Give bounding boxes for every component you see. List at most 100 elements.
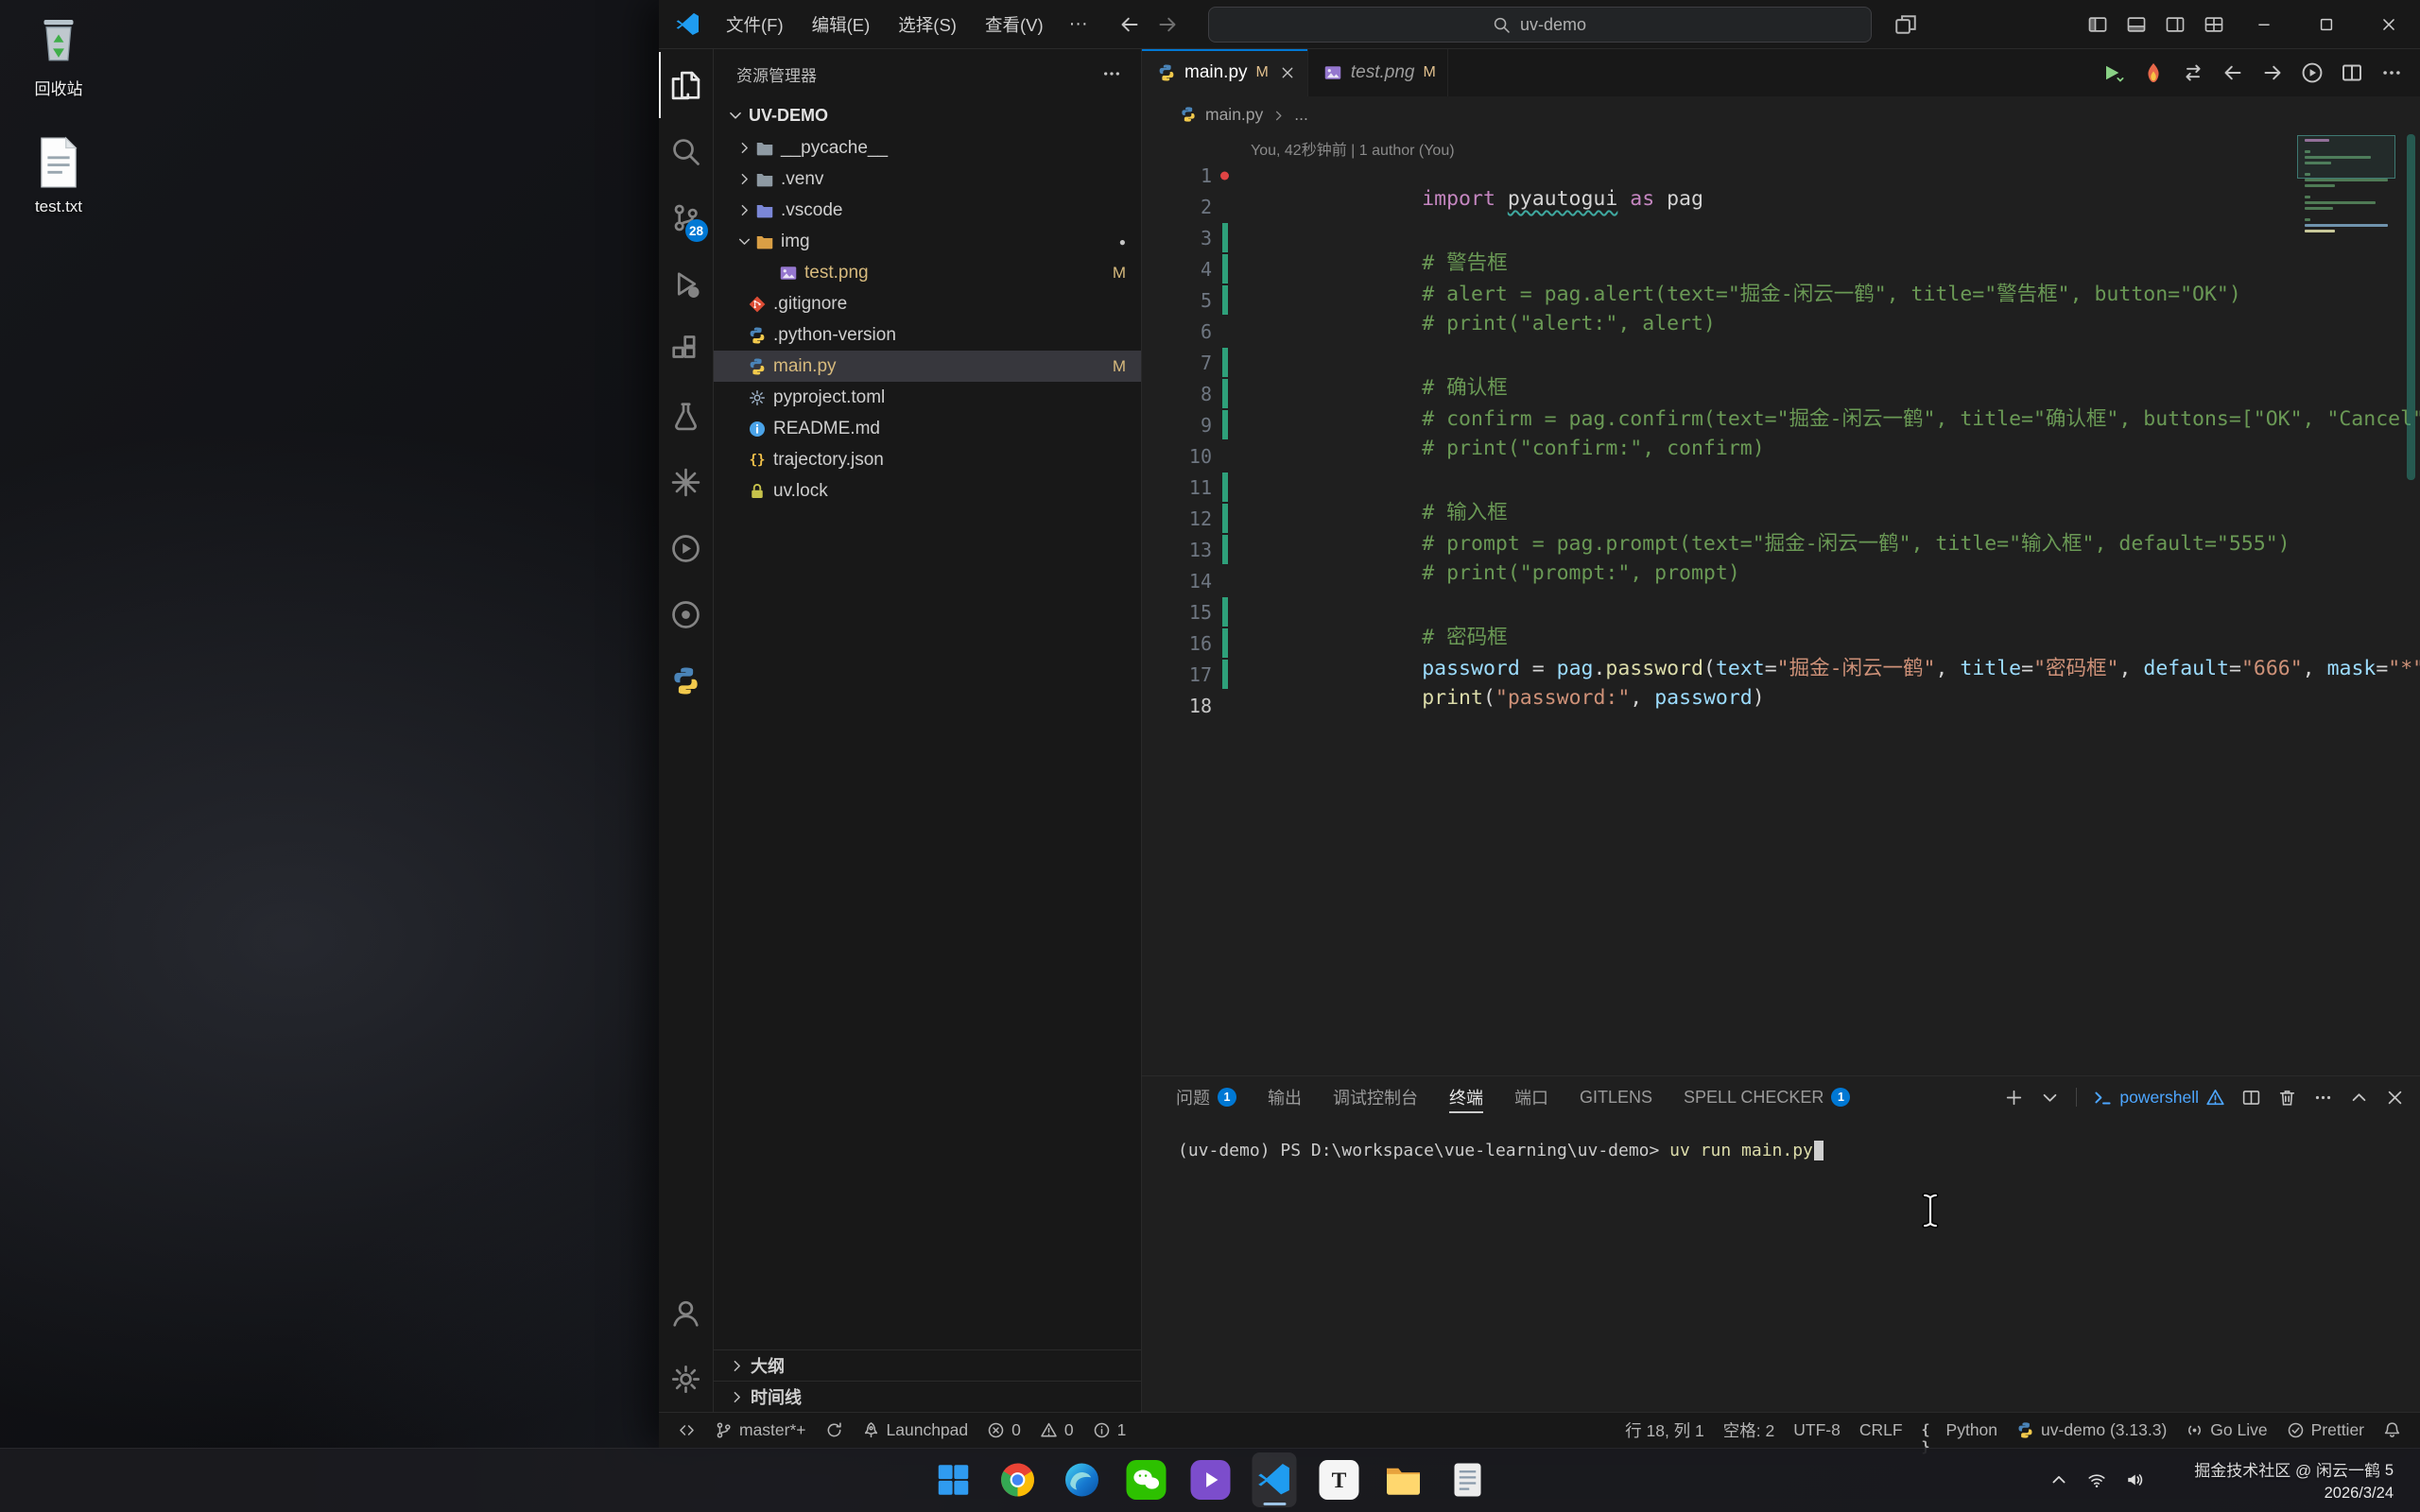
command-center-search[interactable]: uv-demo [1208,7,1872,43]
sidebar-section[interactable]: 大纲 [714,1349,1141,1381]
panel-tab[interactable]: 问题 1 [1176,1076,1236,1118]
taskbar-app[interactable] [1381,1452,1426,1507]
desktop-icon[interactable]: test.txt [15,133,102,216]
editor-action-icon[interactable] [2182,61,2204,84]
close-button[interactable] [2358,0,2420,48]
taskbar-app[interactable] [1188,1452,1233,1507]
taskbar-app[interactable] [995,1452,1040,1507]
taskbar-app[interactable] [1124,1452,1168,1507]
tree-item[interactable]: .vscode [714,195,1141,226]
kill-terminal-icon[interactable] [2277,1088,2297,1108]
tree-item[interactable]: .gitignore [714,288,1141,319]
activity-bar-item[interactable] [659,383,714,449]
status-item[interactable]: Go Live [2176,1413,2276,1448]
editor-action-icon[interactable] [2102,61,2125,84]
tree-item[interactable]: main.py M [714,351,1141,382]
status-item[interactable]: 行 18, 列 1 [1616,1413,1714,1448]
menu-item[interactable]: 选择(S) [884,0,971,48]
tree-root-folder[interactable]: UV-DEMO [714,98,1141,132]
explorer-more-icon[interactable] [1101,63,1122,84]
activity-bar-item[interactable] [659,317,714,383]
tree-item[interactable]: README.md [714,413,1141,444]
panel-more-icon[interactable] [2313,1088,2333,1108]
status-item[interactable]: Launchpad [853,1413,978,1448]
activity-bar-item[interactable] [659,449,714,515]
status-item[interactable] [2374,1413,2411,1448]
status-item[interactable]: UTF-8 [1784,1413,1850,1448]
terminal-dropdown-icon[interactable] [2040,1088,2060,1108]
editor-action-icon[interactable] [2142,61,2165,84]
tree-item[interactable]: .venv [714,163,1141,195]
terminal-profile[interactable]: powershell [2093,1088,2225,1108]
editor-action-icon[interactable] [2261,61,2284,84]
editor-action-icon[interactable] [2301,61,2324,84]
status-item[interactable] [668,1413,705,1448]
tree-item[interactable]: pyproject.toml [714,382,1141,413]
taskbar-app[interactable] [1060,1452,1104,1507]
taskbar-app[interactable]: T [1317,1452,1361,1507]
status-item[interactable]: Prettier [2277,1413,2374,1448]
overview-ruler[interactable] [2407,134,2415,480]
split-terminal-icon[interactable] [2241,1088,2261,1108]
activity-bar-item[interactable] [659,250,714,317]
taskbar-app[interactable] [931,1452,976,1507]
toggle-sidebar-icon[interactable] [2078,0,2117,48]
panel-tab[interactable]: 终端 [1449,1076,1483,1118]
activity-bar-item[interactable] [659,515,714,581]
status-item[interactable]: master*+ [705,1413,816,1448]
menu-overflow[interactable]: ··· [1058,13,1099,35]
taskbar-app[interactable] [1445,1452,1490,1507]
close-panel-icon[interactable] [2385,1088,2405,1108]
activity-bar-item[interactable]: 28 [659,184,714,250]
maximize-button[interactable] [2295,0,2358,48]
maximize-panel-icon[interactable] [2349,1088,2369,1108]
status-item[interactable] [816,1413,853,1448]
status-item[interactable]: { } Python [1912,1413,2007,1448]
multi-window-icon[interactable] [1893,12,1918,37]
panel-tab[interactable]: GITLENS [1580,1076,1652,1118]
status-item[interactable]: 1 [1083,1413,1136,1448]
panel-tab[interactable]: 端口 [1514,1076,1548,1118]
minimize-button[interactable] [2233,0,2295,48]
back-icon[interactable] [1118,13,1141,36]
tree-item[interactable]: .python-version [714,319,1141,351]
terminal-output[interactable]: (uv-demo) PS D:\workspace\vue-learning\u… [1142,1118,2420,1412]
tree-item[interactable]: test.png M [714,257,1141,288]
taskbar-app[interactable] [1253,1452,1297,1507]
minimap-slider[interactable] [2297,135,2395,179]
editor-tab[interactable]: main.py M [1142,49,1308,96]
panel-tab[interactable]: 调试控制台 [1333,1076,1418,1118]
editor-action-icon[interactable] [2380,61,2403,84]
desktop-icon[interactable]: 回收站 [15,11,102,99]
status-item[interactable]: 空格: 2 [1714,1413,1784,1448]
tree-item[interactable]: img ● [714,226,1141,257]
tray-chevron-up-icon[interactable] [2049,1470,2068,1489]
menu-item[interactable]: 查看(V) [971,0,1058,48]
tab-close-icon[interactable] [1279,64,1296,81]
wifi-icon[interactable] [2087,1470,2106,1489]
panel-tab[interactable]: SPELL CHECKER 1 [1684,1076,1850,1118]
activity-bar-item[interactable] [659,1280,714,1346]
sidebar-section[interactable]: 时间线 [714,1381,1141,1412]
volume-icon[interactable] [2125,1470,2144,1489]
activity-bar-item[interactable] [659,118,714,184]
minimap[interactable] [2301,137,2392,239]
toggle-panel-icon[interactable] [2117,0,2155,48]
activity-bar-item[interactable] [659,647,714,713]
editor-action-icon[interactable] [2341,61,2363,84]
status-item[interactable]: 0 [1030,1413,1083,1448]
activity-bar-item[interactable] [659,1346,714,1412]
status-item[interactable]: CRLF [1850,1413,1912,1448]
tree-item[interactable]: {} trajectory.json [714,444,1141,475]
tree-item[interactable]: __pycache__ [714,132,1141,163]
editor-action-icon[interactable] [2221,61,2244,84]
activity-bar-item[interactable] [659,52,714,118]
customize-layout-icon[interactable] [2194,0,2233,48]
new-terminal-icon[interactable] [2004,1088,2024,1108]
status-item[interactable]: uv-demo (3.13.3) [2007,1413,2176,1448]
panel-tab[interactable]: 输出 [1268,1076,1302,1118]
editor-tab[interactable]: test.png M [1308,49,1448,96]
forward-icon[interactable] [1156,13,1179,36]
menu-item[interactable]: 文件(F) [712,0,798,48]
status-item[interactable]: 0 [977,1413,1030,1448]
